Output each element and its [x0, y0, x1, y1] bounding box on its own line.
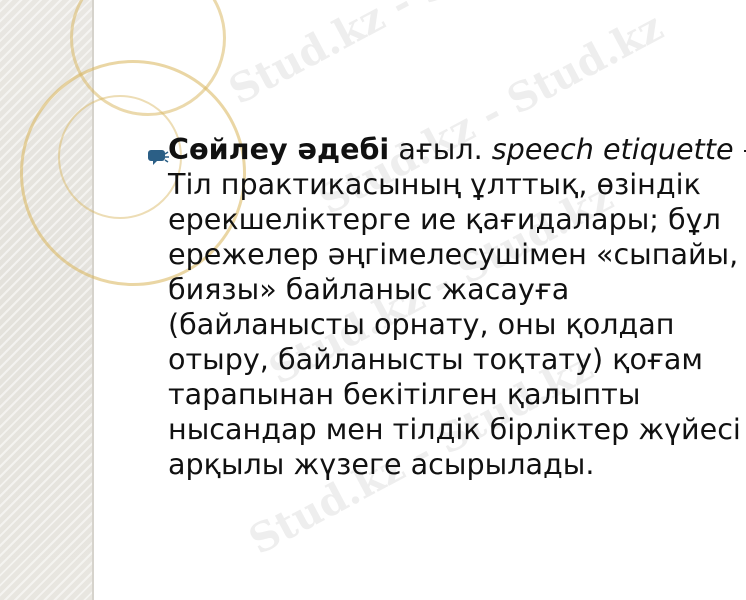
speech-bubble-bullet-icon [148, 150, 169, 165]
definition-text: – Тіл практикасының ұлттық, өзіндік ерек… [168, 132, 746, 481]
definition-paragraph: Сөйлеу әдебі ағыл. speech etiquette – Ті… [148, 132, 746, 482]
english-term: speech etiquette [491, 132, 734, 166]
language-abbreviation: ағыл. [389, 132, 492, 166]
slide-content: Сөйлеу әдебі ағыл. speech etiquette – Ті… [148, 132, 746, 482]
term-title: Сөйлеу әдебі [168, 132, 390, 166]
